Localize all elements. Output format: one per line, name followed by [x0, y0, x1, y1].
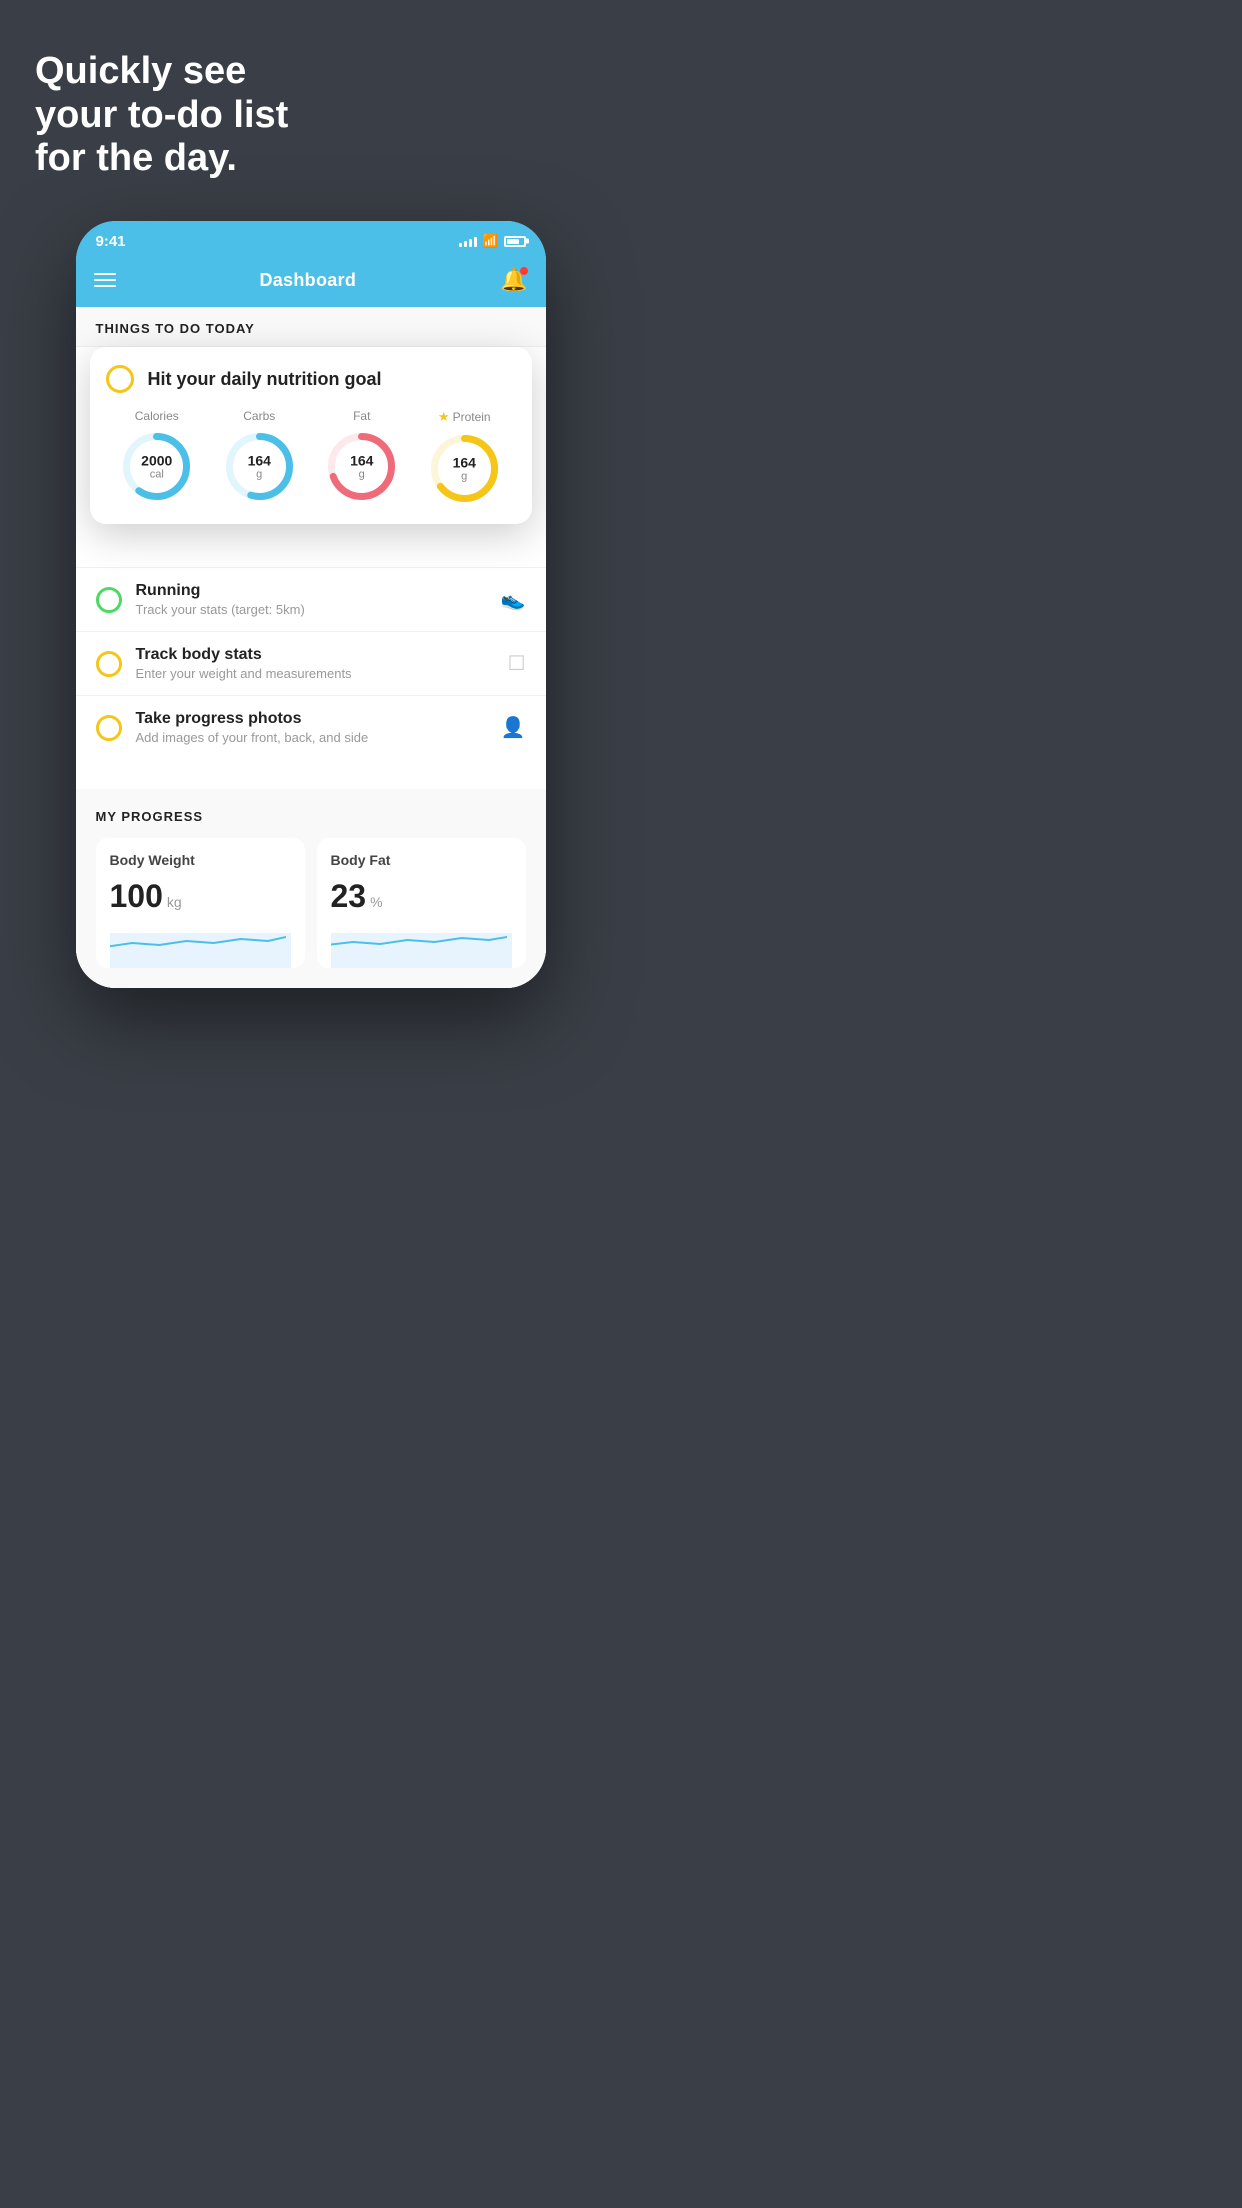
progress-section-label: MY PROGRESS: [96, 809, 526, 824]
nutrition-rings: Calories 2000 cal: [106, 409, 516, 506]
wifi-icon: 📶: [482, 233, 498, 249]
running-check-circle[interactable]: [96, 587, 122, 613]
phone-frame: 9:41 📶 Dashboard 🔔: [76, 221, 546, 988]
notification-badge: [520, 267, 528, 275]
calories-unit: cal: [141, 468, 172, 480]
running-title: Running: [136, 582, 487, 600]
body-weight-value: 100: [110, 878, 163, 915]
photos-title: Take progress photos: [136, 710, 487, 728]
carbs-ring: Carbs 164 g: [222, 409, 297, 504]
body-fat-value: 23: [331, 878, 367, 915]
todo-list: Running Track your stats (target: 5km) 👟…: [76, 567, 546, 759]
signal-icon: [459, 235, 477, 247]
carbs-value-center: 164 g: [248, 453, 271, 480]
body-fat-chart: [331, 923, 512, 968]
shoe-icon: 👟: [501, 587, 526, 612]
body-fat-title: Body Fat: [331, 852, 512, 868]
calories-ring-container: 2000 cal: [119, 429, 194, 504]
nutrition-card-header: Hit your daily nutrition goal: [106, 365, 516, 393]
body-stats-text: Track body stats Enter your weight and m…: [136, 646, 494, 681]
body-stats-title: Track body stats: [136, 646, 494, 664]
body-weight-unit: kg: [167, 894, 182, 910]
fat-value-center: 164 g: [350, 453, 373, 480]
progress-section: MY PROGRESS Body Weight 100 kg: [76, 789, 546, 988]
carbs-label: Carbs: [243, 409, 275, 423]
fat-ring: Fat 164 g: [324, 409, 399, 504]
photos-text: Take progress photos Add images of your …: [136, 710, 487, 745]
phone-mockup: 9:41 📶 Dashboard 🔔: [76, 221, 546, 988]
protein-value-center: 164 g: [453, 455, 476, 482]
calories-label: Calories: [135, 409, 179, 423]
running-text: Running Track your stats (target: 5km): [136, 582, 487, 617]
body-weight-chart: [110, 923, 291, 968]
person-icon: 👤: [501, 715, 526, 740]
battery-icon: [504, 236, 526, 247]
calories-ring: Calories 2000 cal: [119, 409, 194, 504]
protein-unit: g: [453, 470, 476, 482]
body-stats-subtitle: Enter your weight and measurements: [136, 666, 494, 681]
hamburger-button[interactable]: [94, 273, 116, 287]
fat-unit: g: [350, 468, 373, 480]
protein-label: ★ Protein: [438, 409, 491, 425]
body-fat-unit: %: [370, 894, 382, 910]
status-bar: 9:41 📶: [76, 221, 546, 257]
nav-bar: Dashboard 🔔: [76, 257, 546, 307]
carbs-unit: g: [248, 468, 271, 480]
photos-subtitle: Add images of your front, back, and side: [136, 730, 487, 745]
body-weight-title: Body Weight: [110, 852, 291, 868]
hero-section: Quickly see your to-do list for the day.: [0, 0, 621, 211]
protein-ring: ★ Protein 164: [427, 409, 502, 506]
protein-ring-container: 164 g: [427, 431, 502, 506]
todo-item-body-stats[interactable]: Track body stats Enter your weight and m…: [76, 631, 546, 695]
notification-button[interactable]: 🔔: [500, 267, 527, 293]
calories-value: 2000: [141, 453, 172, 468]
body-weight-value-row: 100 kg: [110, 878, 291, 915]
body-fat-card: Body Fat 23 %: [317, 838, 526, 968]
body-weight-card: Body Weight 100 kg: [96, 838, 305, 968]
protein-value: 164: [453, 455, 476, 470]
calories-value-center: 2000 cal: [141, 453, 172, 480]
status-time: 9:41: [96, 233, 126, 250]
carbs-value: 164: [248, 453, 271, 468]
protein-star-icon: ★: [438, 409, 450, 425]
scale-icon: ☐: [508, 651, 526, 676]
running-subtitle: Track your stats (target: 5km): [136, 602, 487, 617]
nav-title: Dashboard: [259, 270, 356, 291]
todo-item-running[interactable]: Running Track your stats (target: 5km) 👟: [76, 567, 546, 631]
body-fat-value-row: 23 %: [331, 878, 512, 915]
phone-content: THINGS TO DO TODAY Hit your daily nutrit…: [76, 307, 546, 988]
nutrition-check-circle[interactable]: [106, 365, 134, 393]
hero-title: Quickly see your to-do list for the day.: [35, 50, 586, 181]
photos-check-circle[interactable]: [96, 715, 122, 741]
things-to-do-label: THINGS TO DO TODAY: [76, 307, 546, 347]
body-stats-check-circle[interactable]: [96, 651, 122, 677]
fat-label: Fat: [353, 409, 370, 423]
status-icons: 📶: [459, 233, 525, 249]
fat-ring-container: 164 g: [324, 429, 399, 504]
todo-item-photos[interactable]: Take progress photos Add images of your …: [76, 695, 546, 759]
progress-cards: Body Weight 100 kg: [96, 838, 526, 968]
nutrition-card-title: Hit your daily nutrition goal: [148, 369, 382, 390]
fat-value: 164: [350, 453, 373, 468]
carbs-ring-container: 164 g: [222, 429, 297, 504]
